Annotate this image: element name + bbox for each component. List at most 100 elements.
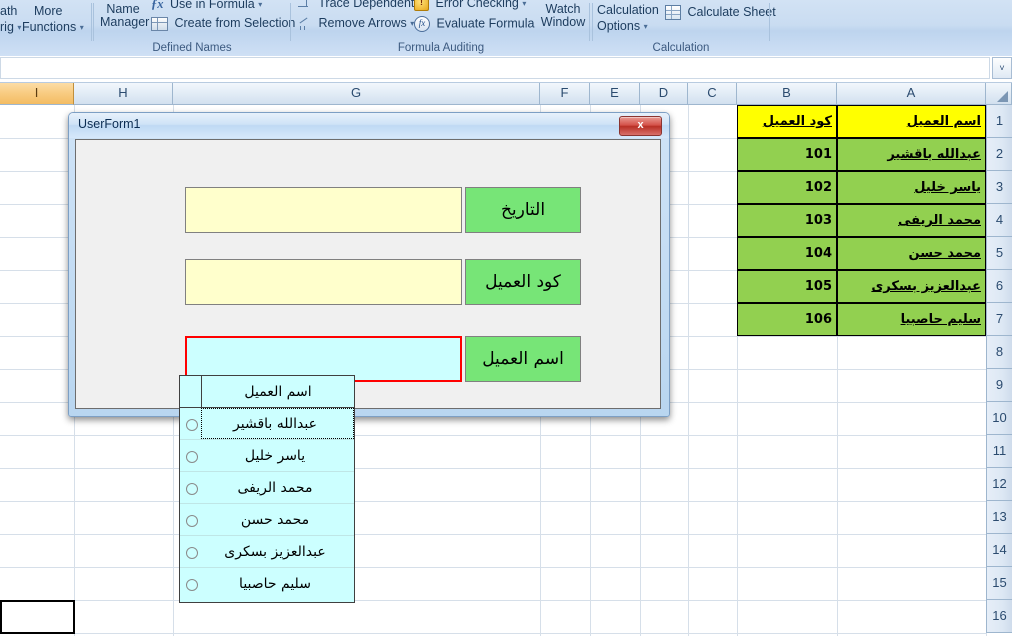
row-header-15[interactable]: 15: [986, 567, 1012, 600]
column-header-I[interactable]: I: [0, 83, 74, 105]
cell-B2[interactable]: 101: [737, 138, 837, 171]
list-item-label: سليم حاصبيا: [239, 576, 311, 592]
userform-title-bar[interactable]: UserForm1 x: [69, 113, 669, 138]
customer-name-dropdown-list[interactable]: اسم العميل عبدالله باقشير ياسر خليل محمد…: [179, 375, 355, 603]
radio-icon[interactable]: [186, 482, 198, 495]
cell-A1[interactable]: اسم العميل: [837, 105, 986, 138]
row-header-12[interactable]: 12: [986, 468, 1012, 501]
chevron-down-icon: ▾: [258, 0, 263, 10]
column-header-D[interactable]: D: [640, 83, 688, 105]
error-checking-button[interactable]: ! Error Checking ▾: [414, 0, 526, 12]
chevron-down-icon: ▾: [643, 22, 648, 32]
list-item[interactable]: عبدالعزيز بسكرى: [180, 536, 354, 568]
formula-input[interactable]: [0, 57, 990, 79]
cell-B1[interactable]: كود العميل: [737, 105, 837, 138]
list-item[interactable]: سليم حاصبيا: [180, 568, 354, 600]
calculate-sheet-icon: [665, 5, 681, 21]
cell-A4[interactable]: محمد الريفى: [837, 204, 986, 237]
row-header-10[interactable]: 10: [986, 402, 1012, 435]
create-from-selection-label: Create from Selection: [174, 16, 296, 30]
ribbon-group-watch-window: Watch Window: [535, 0, 591, 55]
watch-window-label-2: Window: [540, 15, 586, 29]
row-header-5[interactable]: 5: [986, 237, 1012, 270]
column-header-C[interactable]: C: [688, 83, 737, 105]
remove-arrows-button[interactable]: Remove Arrows ▾: [298, 16, 414, 31]
column-headers: I H G F E D C B A: [0, 83, 1012, 105]
create-from-selection-button[interactable]: Create from Selection: [151, 16, 295, 31]
row-header-11[interactable]: 11: [986, 435, 1012, 468]
row-header-4[interactable]: 4: [986, 204, 1012, 237]
radio-icon[interactable]: [186, 450, 198, 463]
customer-code-input[interactable]: [185, 259, 462, 305]
remove-arrows-icon: [298, 17, 312, 31]
watch-window-button[interactable]: Watch Window: [535, 3, 591, 29]
label-customer-code: كود العميل: [465, 259, 581, 305]
more-functions-label-2[interactable]: Functions ▾: [22, 20, 84, 34]
column-header-H[interactable]: H: [74, 83, 173, 105]
more-functions-text: Functions: [22, 20, 77, 34]
cell-A3[interactable]: ياسر خليل: [837, 171, 986, 204]
more-functions-label-1[interactable]: More: [34, 4, 62, 18]
select-all-corner[interactable]: [986, 83, 1012, 105]
row-header-14[interactable]: 14: [986, 534, 1012, 567]
list-item[interactable]: محمد الريفى: [180, 472, 354, 504]
list-item-label: عبدالعزيز بسكرى: [224, 543, 326, 560]
cell-B6[interactable]: 105: [737, 270, 837, 303]
row-header-2[interactable]: 2: [986, 138, 1012, 171]
userform-body: التاريخ كود العميل اسم العميل: [75, 139, 661, 409]
radio-icon[interactable]: [186, 579, 198, 591]
error-checking-icon: !: [414, 0, 429, 12]
formula-bar-expand-button[interactable]: ˅: [992, 57, 1012, 79]
chevron-down-icon: ▾: [79, 23, 84, 33]
radio-icon[interactable]: [186, 418, 198, 431]
list-item[interactable]: عبدالله باقشير: [180, 408, 354, 440]
math-trig-label-2[interactable]: rig ▾: [0, 20, 21, 34]
cell-A6[interactable]: عبدالعزيز بسكرى: [837, 270, 986, 303]
row-header-9[interactable]: 9: [986, 369, 1012, 402]
cell-A5[interactable]: محمد حسن: [837, 237, 986, 270]
row-header-3[interactable]: 3: [986, 171, 1012, 204]
column-header-G[interactable]: G: [173, 83, 540, 105]
calculation-options-label-1[interactable]: Calculation: [597, 3, 659, 17]
column-header-A[interactable]: A: [837, 83, 986, 105]
column-header-B[interactable]: B: [737, 83, 837, 105]
calculate-sheet-button[interactable]: Calculate Sheet: [665, 5, 776, 21]
row-header-7[interactable]: 7: [986, 303, 1012, 336]
list-item[interactable]: ياسر خليل: [180, 440, 354, 472]
row-header-6[interactable]: 6: [986, 270, 1012, 303]
cell-A7[interactable]: سليم حاصبيا: [837, 303, 986, 336]
cell-B7[interactable]: 106: [737, 303, 837, 336]
use-in-formula-button[interactable]: ƒx Use in Formula ▾: [151, 0, 262, 12]
column-header-E[interactable]: E: [590, 83, 640, 105]
cell-B3[interactable]: 102: [737, 171, 837, 204]
name-manager-label-1: Name: [106, 2, 140, 16]
cell-B5[interactable]: 104: [737, 237, 837, 270]
calculation-options-label-2: Options: [597, 19, 641, 33]
label-date: التاريخ: [465, 187, 581, 233]
fx-icon: ƒx: [151, 0, 164, 12]
watch-window-label-1: Watch: [545, 2, 581, 16]
math-trig-label-1[interactable]: ath: [0, 4, 17, 18]
column-header-F[interactable]: F: [540, 83, 590, 105]
error-checking-label: Error Checking: [435, 0, 519, 10]
name-manager-label-2: Manager: [100, 15, 150, 29]
evaluate-formula-button[interactable]: fx Evaluate Formula: [414, 16, 534, 32]
userform-dialog[interactable]: UserForm1 x التاريخ كود العميل اسم العمي…: [68, 112, 670, 417]
row-header-1[interactable]: 1: [986, 105, 1012, 138]
row-header-16[interactable]: 16: [986, 600, 1012, 633]
row-header-13[interactable]: 13: [986, 501, 1012, 534]
list-item[interactable]: محمد حسن: [180, 504, 354, 536]
cell-A2[interactable]: عبدالله باقشير: [837, 138, 986, 171]
close-icon[interactable]: x: [619, 116, 662, 136]
radio-icon[interactable]: [186, 546, 198, 559]
cell-B4[interactable]: 103: [737, 204, 837, 237]
trace-dependents-icon: [298, 0, 312, 10]
calculation-options-button[interactable]: Options ▾: [597, 19, 648, 33]
date-input[interactable]: [185, 187, 462, 233]
list-item-label: عبدالله باقشير: [233, 415, 317, 432]
radio-icon[interactable]: [186, 514, 198, 527]
row-header-8[interactable]: 8: [986, 336, 1012, 369]
trace-dependents-button[interactable]: Trace Dependents: [298, 0, 421, 10]
list-item-label: محمد حسن: [240, 511, 310, 528]
name-manager-button[interactable]: Name Manager: [100, 2, 150, 29]
